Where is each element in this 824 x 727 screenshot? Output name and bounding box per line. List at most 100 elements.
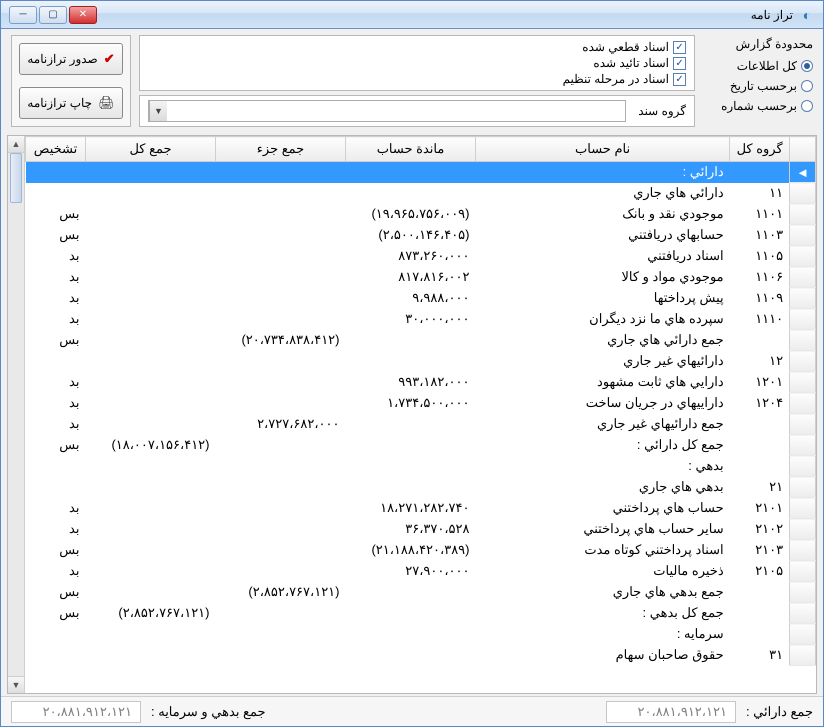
table-row[interactable]: جمع کل بدهي :(۲،۸۵۲،۷۶۷،۱۲۱)بس [26,603,816,624]
table-row[interactable]: ۱۲۰۴داراییهاي در جریان ساخت۱،۷۳۴،۵۰۰،۰۰۰… [26,393,816,414]
cell-name: سرمایه : [476,624,730,645]
col-marker[interactable] [790,137,816,162]
cell-balance: (۲۱،۱۸۸،۴۲۰،۳۸۹) [346,540,476,561]
cell-name: پیش پرداختها [476,288,730,309]
cell-name: موجودي مواد و کالا [476,267,730,288]
col-diag[interactable]: تشخيص [26,137,86,162]
table-row[interactable]: ۱۱۰۳حسابهاي دریافتني(۲،۵۰۰،۱۴۶،۴۰۵)بس [26,225,816,246]
status-liab-value: ۲۰،۸۸۱،۹۱۲،۱۲۱ [11,701,141,723]
cell-diag [26,624,86,645]
table-row[interactable]: جمع بدهي هاي جاري(۲،۸۵۲،۷۶۷،۱۲۱)بس [26,582,816,603]
cell-diag: بس [26,435,86,456]
cell-group: ۲۱۰۲ [730,519,790,540]
cell-diag [26,351,86,372]
cell-diag: بد [26,414,86,435]
cell-balance [346,582,476,603]
cell-total [86,246,216,267]
table-row[interactable]: ۲۱۰۱حساب هاي پرداختني۱۸،۲۷۱،۲۸۲،۷۴۰بد [26,498,816,519]
cell-group: ۱۲۰۱ [730,372,790,393]
table-row[interactable]: ۲۱۰۳اسناد پرداختني کوتاه مدت(۲۱،۱۸۸،۴۲۰،… [26,540,816,561]
cell-group: ۳۱ [730,645,790,666]
table-row[interactable]: ۲۱۰۵ذخیره مالیات۲۷،۹۰۰،۰۰۰بد [26,561,816,582]
table-row[interactable]: ۱۲دارائیهاي غیر جاري [26,351,816,372]
scroll-track[interactable] [8,153,24,676]
row-marker [790,645,816,666]
minimize-button[interactable]: ─ [9,6,37,24]
cell-name: بدهي هاي جاري [476,477,730,498]
row-marker [790,540,816,561]
doc-group-combo[interactable]: ▼ [148,100,626,122]
vertical-scrollbar[interactable]: ▲ ▼ [8,136,25,693]
cell-sub [216,435,346,456]
cell-name: جمع بدهي هاي جاري [476,582,730,603]
table-row[interactable]: ۱۱دارائي هاي جاري [26,183,816,204]
table-row[interactable]: ۱۱۰۶موجودي مواد و کالا۸۱۷،۸۱۶،۰۰۲بد [26,267,816,288]
table-row[interactable]: ۱۱۰۵اسناد دریافتني۸۷۳،۲۶۰،۰۰۰بد [26,246,816,267]
cell-sub [216,309,346,330]
export-balance-button[interactable]: ✔ صدور ترازنامه [19,43,123,75]
scroll-up-icon[interactable]: ▲ [8,136,24,153]
cell-balance [346,456,476,477]
cell-sub: ۲،۷۲۷،۶۸۲،۰۰۰ [216,414,346,435]
cell-sub [216,519,346,540]
cell-sub [216,456,346,477]
row-marker: ◄ [790,162,816,183]
filter-draft-docs[interactable]: اسناد در مرحله تنظیم [148,72,686,86]
col-sub[interactable]: جمع جزء [216,137,346,162]
cell-total [86,645,216,666]
titlebar[interactable]: ─ ▢ ✕ تراز نامه ◐ [1,1,823,29]
table-row[interactable]: ۱۱۱۰سپرده هاي ما نزد دیگران۳۰،۰۰۰،۰۰۰بد [26,309,816,330]
scope-option-all[interactable]: کل اطلاعات [703,59,813,73]
col-balance[interactable]: ماندة حساب [346,137,476,162]
status-liab-label: جمع بدهي و سرمایه : [151,704,266,720]
filter-approved-docs[interactable]: اسناد تائید شده [148,56,686,70]
scroll-thumb[interactable] [10,153,22,203]
cell-sub [216,246,346,267]
row-marker [790,456,816,477]
table-row[interactable]: ۱۱۰۱موجودي نقد و بانک(۱۹،۹۶۵،۷۵۶،۰۰۹)بس [26,204,816,225]
print-balance-button[interactable]: 🖨 چاپ ترازنامه [19,87,123,119]
scroll-down-icon[interactable]: ▼ [8,676,24,693]
table-row[interactable]: ◄دارائي : [26,162,816,183]
cell-sub [216,624,346,645]
table-row[interactable]: جمع دارائیهاي غیر جاري ۲،۷۲۷،۶۸۲،۰۰۰ بد [26,414,816,435]
cell-balance: (۲،۵۰۰،۱۴۶،۴۰۵) [346,225,476,246]
chevron-down-icon[interactable]: ▼ [149,101,167,121]
cell-diag: بد [26,288,86,309]
table-row[interactable]: سرمایه : [26,624,816,645]
cell-sub [216,162,346,183]
check-icon: ✔ [104,51,115,67]
table-row[interactable]: ۱۱۰۹پیش پرداختها۹،۹۸۸،۰۰۰بد [26,288,816,309]
table-row[interactable]: جمع کل دارائي :(۱۸،۰۰۷،۱۵۶،۴۱۲)بس [26,435,816,456]
scope-option-date[interactable]: برحسب تاریخ [703,79,813,93]
cell-name: جمع دارائیهاي غیر جاري [476,414,730,435]
row-marker [790,414,816,435]
table-row[interactable]: ۳۱حقوق صاحبان سهام [26,645,816,666]
filters-column: اسناد قطعي شده اسناد تائید شده اسناد در … [139,35,695,127]
maximize-button[interactable]: ▢ [39,6,67,24]
cell-total [86,624,216,645]
table-row[interactable]: جمع دارائي هاي جاري(۲۰،۷۳۴،۸۳۸،۴۱۲)بس [26,330,816,351]
cell-balance: ۳۰،۰۰۰،۰۰۰ [346,309,476,330]
table-row[interactable]: بدهي : [26,456,816,477]
filter-final-docs[interactable]: اسناد قطعي شده [148,40,686,54]
cell-diag: بد [26,498,86,519]
cell-total [86,267,216,288]
col-total[interactable]: جمع کل [86,137,216,162]
row-marker [790,582,816,603]
toolbar: محدودة گزارش کل اطلاعات برحسب تاریخ برحس… [1,29,823,133]
table-row[interactable]: ۱۲۰۱دارایي هاي ثابت مشهود۹۹۳،۱۸۲،۰۰۰بد [26,372,816,393]
cell-balance: ۱،۷۳۴،۵۰۰،۰۰۰ [346,393,476,414]
cell-balance: (۱۹،۹۶۵،۷۵۶،۰۰۹) [346,204,476,225]
table-row[interactable]: ۲۱۰۲سایر حساب هاي پرداختني۳۶،۳۷۰،۵۲۸بد [26,519,816,540]
action-buttons: ✔ صدور ترازنامه 🖨 چاپ ترازنامه [11,35,131,127]
table-row[interactable]: ۲۱بدهي هاي جاري [26,477,816,498]
cell-group: ۱۱۰۹ [730,288,790,309]
close-button[interactable]: ✕ [69,6,97,24]
row-marker [790,204,816,225]
cell-balance [346,477,476,498]
scope-option-number[interactable]: برحسب شماره [703,99,813,113]
report-scope-group: محدودة گزارش کل اطلاعات برحسب تاریخ برحس… [703,35,813,127]
col-group[interactable]: گروه کل [730,137,790,162]
col-name[interactable]: نام حساب [476,137,730,162]
